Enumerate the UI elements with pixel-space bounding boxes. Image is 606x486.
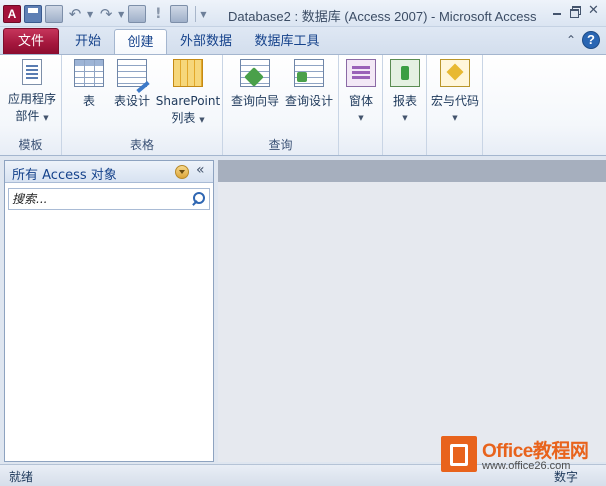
window-controls: ✕ <box>551 4 600 18</box>
sharepoint-label-2: 列表 <box>171 111 196 125</box>
nav-search-input[interactable] <box>9 189 189 209</box>
watermark: Office教程网 www.office26.com <box>441 434 606 482</box>
office-logo-icon <box>441 436 477 472</box>
save-icon[interactable] <box>24 5 42 23</box>
title-bar: A ↶ ▼ ↷ ▼ ! ▼ Database2 : 数据库 (Access 20… <box>0 0 606 27</box>
reports-button[interactable]: 报表 ▼ <box>387 59 423 127</box>
sharepoint-label-1: SharePoint <box>155 94 221 108</box>
nav-search-box <box>8 188 210 210</box>
macros-label: 宏与代码 <box>430 94 479 108</box>
table-button[interactable]: 表 <box>72 59 106 110</box>
sharepoint-list-icon <box>173 59 203 87</box>
redo-icon[interactable]: ↷ <box>97 5 115 23</box>
tab-home[interactable]: 开始 <box>66 29 110 54</box>
forms-label: 窗体 <box>348 94 373 108</box>
undo-dropdown-icon[interactable]: ▼ <box>87 10 93 19</box>
dropdown-arrow-icon: ▼ <box>402 114 408 122</box>
search-icon[interactable] <box>191 191 207 207</box>
qat-separator <box>195 6 197 22</box>
watermark-title: Office教程网 <box>482 441 589 462</box>
app-parts-button[interactable]: 应用程序 部件 ▼ <box>4 59 60 127</box>
group-label-queries: 查询 <box>268 138 293 152</box>
tab-file[interactable]: 文件 <box>3 28 59 54</box>
group-queries: 查询向导 查询设计 查询 <box>223 55 339 155</box>
redo-dropdown-icon[interactable]: ▼ <box>118 10 124 19</box>
undo-icon[interactable]: ↶ <box>66 5 84 23</box>
navigation-pane: 所有 Access 对象 « <box>4 160 214 462</box>
table-label: 表 <box>82 94 95 108</box>
group-reports: 报表 ▼ <box>383 55 427 155</box>
tab-database-tools[interactable]: 数据库工具 <box>248 29 326 54</box>
forms-button[interactable]: 窗体 ▼ <box>343 59 379 127</box>
nav-pane-title[interactable]: 所有 Access 对象 <box>12 164 117 183</box>
datasheet-icon[interactable] <box>170 5 189 23</box>
watermark-url: www.office26.com <box>482 460 571 472</box>
sharepoint-list-button[interactable]: SharePoint 列表 ▼ <box>155 59 221 129</box>
ribbon: 应用程序 部件 ▼ 模板 表 表设计 SharePoint 列表 ▼ 表格 查询… <box>0 54 606 156</box>
run-icon[interactable]: ! <box>149 5 167 23</box>
reports-label: 报表 <box>392 94 417 108</box>
nav-pane-header[interactable]: 所有 Access 对象 « <box>5 161 213 183</box>
access-app-icon[interactable]: A <box>3 5 21 23</box>
generic-icon[interactable] <box>45 5 63 23</box>
table-design-label: 表设计 <box>113 94 150 108</box>
close-button[interactable]: ✕ <box>587 4 600 17</box>
group-tables: 表 表设计 SharePoint 列表 ▼ 表格 <box>62 55 223 155</box>
query-design-label: 查询设计 <box>284 94 333 108</box>
group-templates: 应用程序 部件 ▼ 模板 <box>0 55 62 155</box>
tab-create[interactable]: 创建 <box>114 29 167 55</box>
group-label-templates: 模板 <box>18 138 43 152</box>
form-icon <box>346 59 376 87</box>
dropdown-arrow-icon: ▼ <box>43 114 49 122</box>
macro-icon <box>440 59 470 87</box>
ribbon-collapse-icon[interactable]: ⌃ <box>566 33 576 47</box>
customize-qat-icon[interactable]: ▼ <box>200 10 206 19</box>
dropdown-arrow-icon: ▼ <box>358 114 364 122</box>
table-design-button[interactable]: 表设计 <box>112 59 152 110</box>
app-parts-icon <box>22 59 42 85</box>
ribbon-tab-bar: 文件 开始 创建 外部数据 数据库工具 <box>0 27 606 55</box>
macros-code-button[interactable]: 宏与代码 ▼ <box>429 59 481 127</box>
query-wizard-label: 查询向导 <box>230 94 279 108</box>
compact-icon[interactable] <box>128 5 147 23</box>
app-parts-label-2: 部件 <box>15 109 40 123</box>
group-macros: 宏与代码 ▼ <box>427 55 483 155</box>
nav-menu-dropdown-icon[interactable] <box>175 165 189 179</box>
query-wizard-button[interactable]: 查询向导 <box>229 59 281 110</box>
dropdown-arrow-icon: ▼ <box>452 114 458 122</box>
help-icon[interactable]: ? <box>582 31 600 49</box>
minimize-button[interactable] <box>551 5 564 17</box>
group-forms: 窗体 ▼ <box>339 55 383 155</box>
window-title: Database2 : 数据库 (Access 2007) - Microsof… <box>228 9 537 24</box>
report-icon <box>390 59 420 87</box>
table-icon <box>74 59 104 87</box>
query-design-button[interactable]: 查询设计 <box>283 59 335 110</box>
restore-button[interactable] <box>569 5 582 18</box>
group-label-tables: 表格 <box>129 138 154 152</box>
quick-access-toolbar: A ↶ ▼ ↷ ▼ ! ▼ <box>3 4 210 24</box>
table-design-icon <box>117 59 147 87</box>
tab-external-data[interactable]: 外部数据 <box>172 29 240 54</box>
app-parts-label-1: 应用程序 <box>7 92 56 106</box>
ribbon-controls: ⌃ ? <box>566 31 600 49</box>
query-design-icon <box>294 59 324 87</box>
document-work-area <box>218 160 606 462</box>
nav-collapse-icon[interactable]: « <box>196 162 205 178</box>
document-tab-strip <box>218 160 606 182</box>
status-ready-text: 就绪 <box>9 470 34 484</box>
query-wizard-icon <box>240 59 270 87</box>
dropdown-arrow-icon: ▼ <box>199 116 205 124</box>
